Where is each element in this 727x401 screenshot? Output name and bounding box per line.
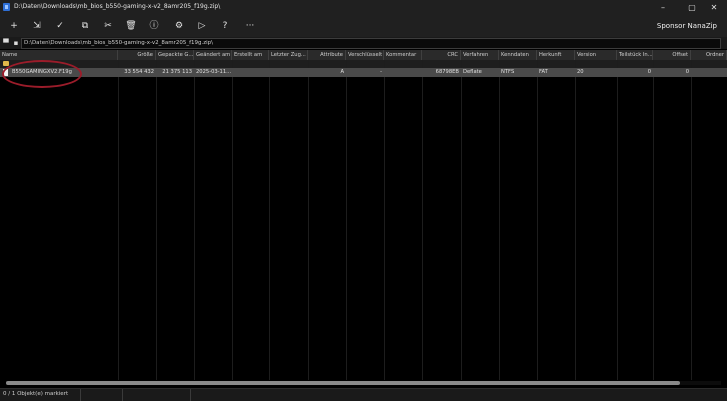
file-encrypted: - <box>380 69 382 75</box>
column-divider <box>617 60 618 380</box>
selection-status: 0 / 1 Objekt(e) markiert <box>3 391 69 397</box>
column-divider <box>308 60 309 380</box>
column-method[interactable]: Verfahren <box>461 50 499 60</box>
column-divider <box>499 60 500 380</box>
column-characteristics[interactable]: Kenndaten <box>499 50 537 60</box>
column-name[interactable]: Name <box>0 50 118 60</box>
column-divider <box>653 60 654 380</box>
column-comment[interactable]: Kommentar <box>384 50 422 60</box>
app-icon <box>3 3 10 11</box>
file-version: 20 <box>577 69 584 75</box>
column-host-os[interactable]: Herkunft <box>537 50 575 60</box>
column-divider <box>422 60 423 380</box>
file-attributes: A <box>340 69 344 75</box>
move-icon[interactable]: ✂ <box>101 19 115 33</box>
help-icon[interactable]: ? <box>218 19 232 33</box>
file-characteristics: NTFS <box>501 69 515 75</box>
column-created[interactable]: Erstellt am <box>232 50 269 60</box>
column-crc[interactable]: CRC <box>422 50 461 60</box>
column-divider <box>118 60 119 380</box>
folder-up-icon[interactable]: ▀ <box>2 39 10 47</box>
file-method: Deflate <box>463 69 482 75</box>
horizontal-scrollbar[interactable] <box>6 381 721 385</box>
window-title: D:\Daten\Downloads\mb_bios_b550-gaming-x… <box>14 3 221 10</box>
column-divider <box>575 60 576 380</box>
file-crc: 68798EB <box>435 69 459 75</box>
status-divider <box>80 389 81 401</box>
copy-icon[interactable]: ⧉ <box>78 19 92 33</box>
title-bar: D:\Daten\Downloads\mb_bios_b550-gaming-x… <box>0 0 727 15</box>
toolbar: + ⇲ ✓ ⧉ ✂ 🗑 ⓘ ⚙ ▷ ? ··· Sponsor NanaZip <box>0 15 727 37</box>
column-offset[interactable]: Offset <box>653 50 691 60</box>
column-divider <box>691 60 692 380</box>
column-divider <box>346 60 347 380</box>
extract-icon[interactable]: ⇲ <box>30 19 44 33</box>
add-icon[interactable]: + <box>7 19 21 33</box>
file-created <box>232 68 269 77</box>
status-divider <box>190 389 191 401</box>
test-icon[interactable]: ✓ <box>53 19 67 33</box>
column-divider <box>461 60 462 380</box>
file-offset: 0 <box>685 69 689 75</box>
column-packed-size[interactable]: Gepackte G... <box>156 50 194 60</box>
column-accessed[interactable]: Letzter Zug... <box>269 50 308 60</box>
run-icon[interactable]: ▷ <box>195 19 209 33</box>
minimize-button[interactable]: – <box>650 0 676 15</box>
column-divider <box>384 60 385 380</box>
column-divider <box>232 60 233 380</box>
column-divider <box>156 60 157 380</box>
column-attributes[interactable]: Attribute <box>308 50 346 60</box>
scrollbar-thumb[interactable] <box>6 381 680 385</box>
file-row[interactable]: B550GAMINGXV2.F19g 33 554 432 21 375 113… <box>0 68 727 77</box>
file-comment <box>384 68 422 77</box>
status-divider <box>122 389 123 401</box>
column-divider <box>537 60 538 380</box>
column-encrypted[interactable]: Verschlüsselt <box>346 50 384 60</box>
file-modified: 2025-03-11... <box>196 69 232 75</box>
column-divider <box>269 60 270 380</box>
column-modified[interactable]: Geändert am <box>194 50 232 60</box>
drive-icon[interactable]: ▪ <box>12 39 20 47</box>
file-volume-index: 0 <box>647 69 651 75</box>
column-version[interactable]: Version <box>575 50 617 60</box>
column-volume-index[interactable]: Teilstück In... <box>617 50 653 60</box>
column-size[interactable]: Größe <box>118 50 156 60</box>
status-bar: 0 / 1 Objekt(e) markiert <box>0 388 727 401</box>
file-size: 33 554 432 <box>124 69 154 75</box>
file-host-os: FAT <box>539 69 548 75</box>
more-icon[interactable]: ··· <box>243 19 257 33</box>
address-input[interactable]: D:\Daten\Downloads\mb_bios_b550-gaming-x… <box>21 38 721 49</box>
file-accessed <box>269 68 308 77</box>
column-folder[interactable]: Ordner <box>691 50 727 60</box>
info-icon[interactable]: ⓘ <box>147 19 161 33</box>
file-folder <box>691 68 727 77</box>
close-button[interactable]: ✕ <box>701 0 727 15</box>
address-bar: ▀ ▪ D:\Daten\Downloads\mb_bios_b550-gami… <box>0 37 727 49</box>
highlight-ellipse <box>2 60 82 88</box>
delete-icon[interactable]: 🗑 <box>124 19 138 33</box>
file-packed-size: 21 375 113 <box>162 69 192 75</box>
settings-icon[interactable]: ⚙ <box>172 19 186 33</box>
column-divider <box>194 60 195 380</box>
address-path: D:\Daten\Downloads\mb_bios_b550-gaming-x… <box>24 40 214 46</box>
sponsor-button[interactable]: Sponsor NanaZip <box>657 22 717 30</box>
